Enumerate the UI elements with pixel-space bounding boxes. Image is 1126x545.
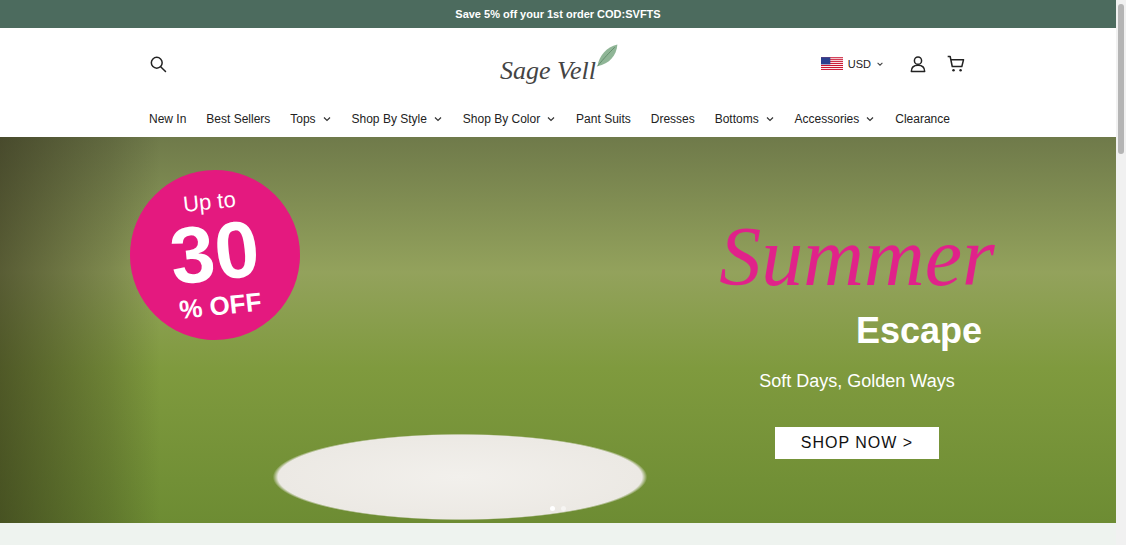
nav-item[interactable]: Bottoms: [715, 112, 775, 126]
user-icon[interactable]: [908, 54, 928, 74]
nav-item[interactable]: Shop By Color: [463, 112, 556, 126]
announcement-text: Save 5% off your 1st order COD:SVFTS: [455, 8, 660, 20]
carousel-dot[interactable]: [550, 506, 555, 511]
carousel-dot[interactable]: [561, 506, 566, 511]
carousel-dots: [0, 506, 1116, 511]
us-flag-icon: [821, 57, 843, 71]
nav-item[interactable]: Clearance: [895, 112, 950, 126]
page: Save 5% off your 1st order COD:SVFTS Sag…: [0, 0, 1126, 545]
cart-icon[interactable]: [946, 54, 966, 74]
chevron-down-icon: [433, 114, 443, 124]
nav-item[interactable]: Accessories: [795, 112, 876, 126]
search-icon[interactable]: [148, 54, 168, 74]
chevron-down-icon: [322, 114, 332, 124]
currency-code[interactable]: USD: [848, 58, 871, 70]
hero-subtitle: Escape: [856, 309, 982, 353]
hero-text: Summer Escape Soft Days, Golden Ways SHO…: [692, 137, 1022, 459]
nav-item[interactable]: Pant Suits: [576, 112, 631, 126]
scrollbar[interactable]: [1116, 0, 1126, 545]
nav-item[interactable]: Dresses: [651, 112, 695, 126]
chevron-down-icon: [546, 114, 556, 124]
logo[interactable]: Sage Vell: [500, 42, 620, 86]
nav-item[interactable]: Best Sellers: [206, 112, 270, 126]
hero-title: Summer: [719, 207, 994, 307]
nav-item[interactable]: New In: [149, 112, 186, 126]
chevron-down-icon: [865, 114, 875, 124]
scrollbar-thumb[interactable]: [1118, 4, 1124, 154]
leaf-icon: [594, 42, 620, 68]
shop-now-button[interactable]: SHOP NOW >: [775, 427, 939, 459]
chevron-down-icon: [765, 114, 775, 124]
announcement-bar: Save 5% off your 1st order COD:SVFTS: [0, 0, 1116, 28]
logo-text[interactable]: Sage Vell: [500, 42, 596, 86]
currency-selector[interactable]: USD: [821, 57, 884, 71]
chevron-down-icon: [876, 60, 884, 68]
header: Sage Vell USD: [0, 28, 1116, 100]
main-nav: New In Best Sellers Tops Shop By Style S…: [0, 100, 1116, 137]
hero-tagline: Soft Days, Golden Ways: [759, 369, 954, 393]
next-section: [0, 523, 1116, 545]
main-content: Save 5% off your 1st order COD:SVFTS Sag…: [0, 0, 1116, 545]
nav-item[interactable]: Shop By Style: [352, 112, 443, 126]
nav-item[interactable]: Tops: [290, 112, 331, 126]
hero-banner: Up to 30 % OFF Summer Escape Soft Days, …: [0, 137, 1116, 523]
